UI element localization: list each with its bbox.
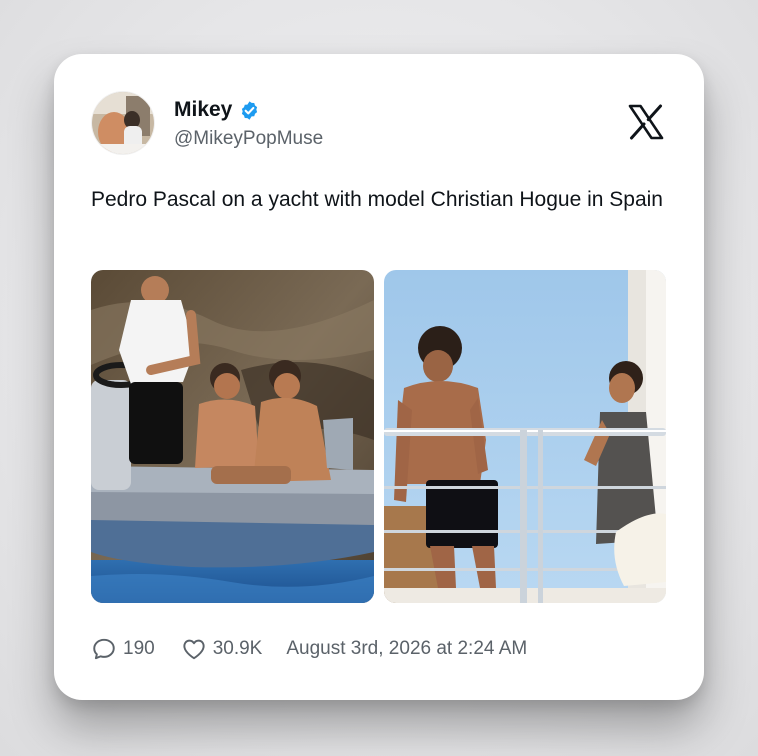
avatar-image <box>92 92 154 154</box>
comment-bubble-icon <box>93 638 115 660</box>
reply-stat[interactable]: 190 <box>91 636 155 662</box>
timestamp[interactable]: August 3rd, 2026 at 2:24 AM <box>286 638 527 660</box>
x-logo-icon[interactable] <box>626 102 666 142</box>
background: Mikey @MikeyPopMuse Pedro Pascal on a ya… <box>0 0 758 756</box>
author-name[interactable]: Mikey <box>174 98 232 122</box>
heart-icon <box>183 639 205 660</box>
author-name-row: Mikey <box>174 98 260 122</box>
like-stat[interactable]: 30.9K <box>181 636 263 662</box>
tweet-text: Pedro Pascal on a yacht with model Chris… <box>91 188 663 211</box>
reply-count: 190 <box>123 638 155 659</box>
verified-badge-icon <box>239 100 260 121</box>
media-image-yacht-deck[interactable] <box>384 270 666 603</box>
author-handle[interactable]: @MikeyPopMuse <box>174 128 323 150</box>
media-image-boat[interactable] <box>91 270 374 603</box>
tweet-footer: 190 30.9K August 3rd, 2026 at 2:24 AM <box>91 636 527 662</box>
tweet-card: Mikey @MikeyPopMuse Pedro Pascal on a ya… <box>54 54 704 700</box>
like-count: 30.9K <box>212 638 263 659</box>
avatar[interactable] <box>92 92 154 154</box>
